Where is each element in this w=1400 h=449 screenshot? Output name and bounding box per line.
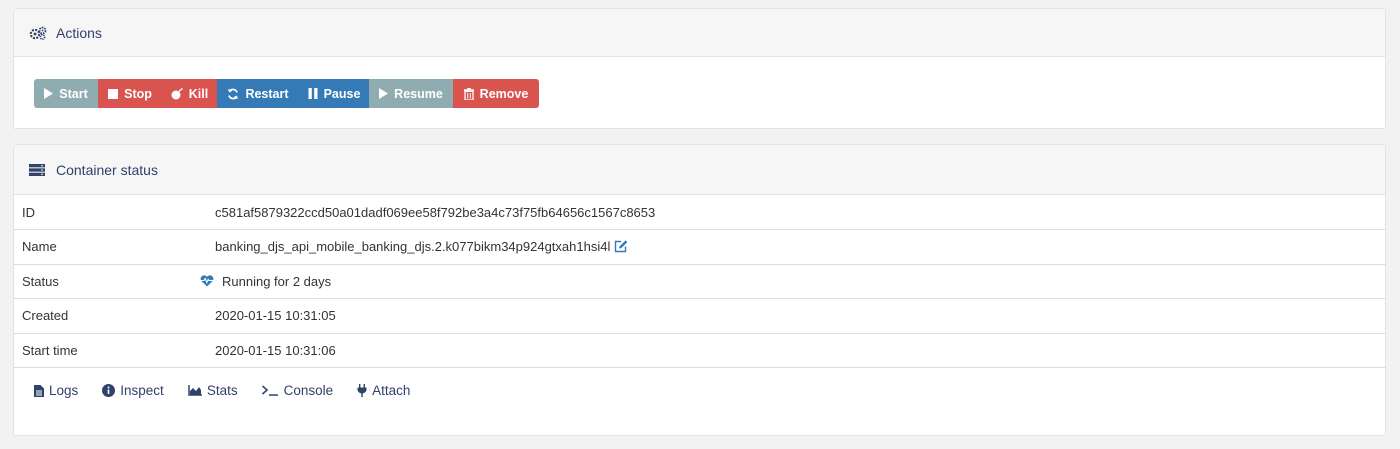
container-status-panel: Container status ID c581af5879322ccd50a0… [13,144,1386,436]
edit-icon[interactable] [614,240,628,253]
container-links: Logs Inspect Stats Console Attach [14,368,1385,413]
resume-button-label: Resume [394,86,443,101]
name-key: Name [14,229,215,265]
created-key: Created [14,298,215,334]
remove-button[interactable]: Remove [453,79,539,108]
info-circle-icon [102,384,116,397]
kill-button[interactable]: Kill [162,79,217,108]
actions-panel: Actions Start Stop Kill Restart Pause Re… [13,8,1386,129]
kill-button-label: Kill [188,86,209,101]
bomb-icon [171,87,183,100]
actions-heading: Actions [14,9,1385,57]
start-button[interactable]: Start [34,79,98,108]
resume-button[interactable]: Resume [369,79,453,108]
table-row-start-time: Start time 2020-01-15 10:31:06 [14,333,1385,368]
inspect-link[interactable]: Inspect [102,383,164,398]
console-link[interactable]: Console [261,383,334,398]
stop-icon [108,88,119,99]
pause-button-label: Pause [323,86,361,101]
server-icon [29,162,49,178]
area-chart-icon [188,385,202,396]
container-status-title: Container status [56,161,158,178]
stop-button-label: Stop [124,86,152,101]
terminal-icon [261,385,279,396]
actions-button-group: Start Stop Kill Restart Pause Resume Rem… [34,79,539,108]
name-cell: banking_djs_api_mobile_banking_djs.2.k07… [215,229,1385,265]
restart-button-label: Restart [245,86,289,101]
refresh-icon [227,88,239,100]
pause-button[interactable]: Pause [299,79,369,108]
status-cell: Running for 2 days [200,264,1385,299]
cogs-icon [29,25,49,41]
console-link-label: Console [283,383,334,398]
start-time-value: 2020-01-15 10:31:06 [215,333,1385,368]
logs-link[interactable]: Logs [34,383,78,398]
play-icon [44,88,54,99]
table-row-name: Name banking_djs_api_mobile_banking_djs.… [14,229,1385,265]
file-icon [34,384,44,397]
created-value: 2020-01-15 10:31:05 [215,298,1385,334]
remove-button-label: Remove [479,86,529,101]
status-key: Status [14,264,215,299]
attach-link-label: Attach [372,383,411,398]
status-value: Running for 2 days [222,273,332,289]
start-button-label: Start [59,86,88,101]
restart-button[interactable]: Restart [217,79,299,108]
start-time-key: Start time [14,333,215,368]
table-row-created: Created 2020-01-15 10:31:05 [14,298,1385,334]
heartbeat-icon [200,275,214,287]
pause-icon [308,88,318,99]
name-value: banking_djs_api_mobile_banking_djs.2.k07… [215,239,611,255]
id-key: ID [14,195,215,230]
stats-link-label: Stats [206,383,238,398]
trash-icon [463,87,474,100]
inspect-link-label: Inspect [120,383,164,398]
play-icon [379,88,389,99]
container-status-table: ID c581af5879322ccd50a01dadf069ee58f792b… [14,195,1385,368]
stats-link[interactable]: Stats [188,383,238,398]
attach-link[interactable]: Attach [357,383,410,398]
table-row-status: Status Running for 2 days [14,264,1385,299]
actions-title: Actions [56,24,102,41]
logs-link-label: Logs [49,383,79,398]
plug-icon [357,384,367,397]
id-value: c581af5879322ccd50a01dadf069ee58f792be3a… [215,195,1385,230]
container-status-heading: Container status [14,145,1385,195]
stop-button[interactable]: Stop [98,79,162,108]
table-row-id: ID c581af5879322ccd50a01dadf069ee58f792b… [14,195,1385,230]
